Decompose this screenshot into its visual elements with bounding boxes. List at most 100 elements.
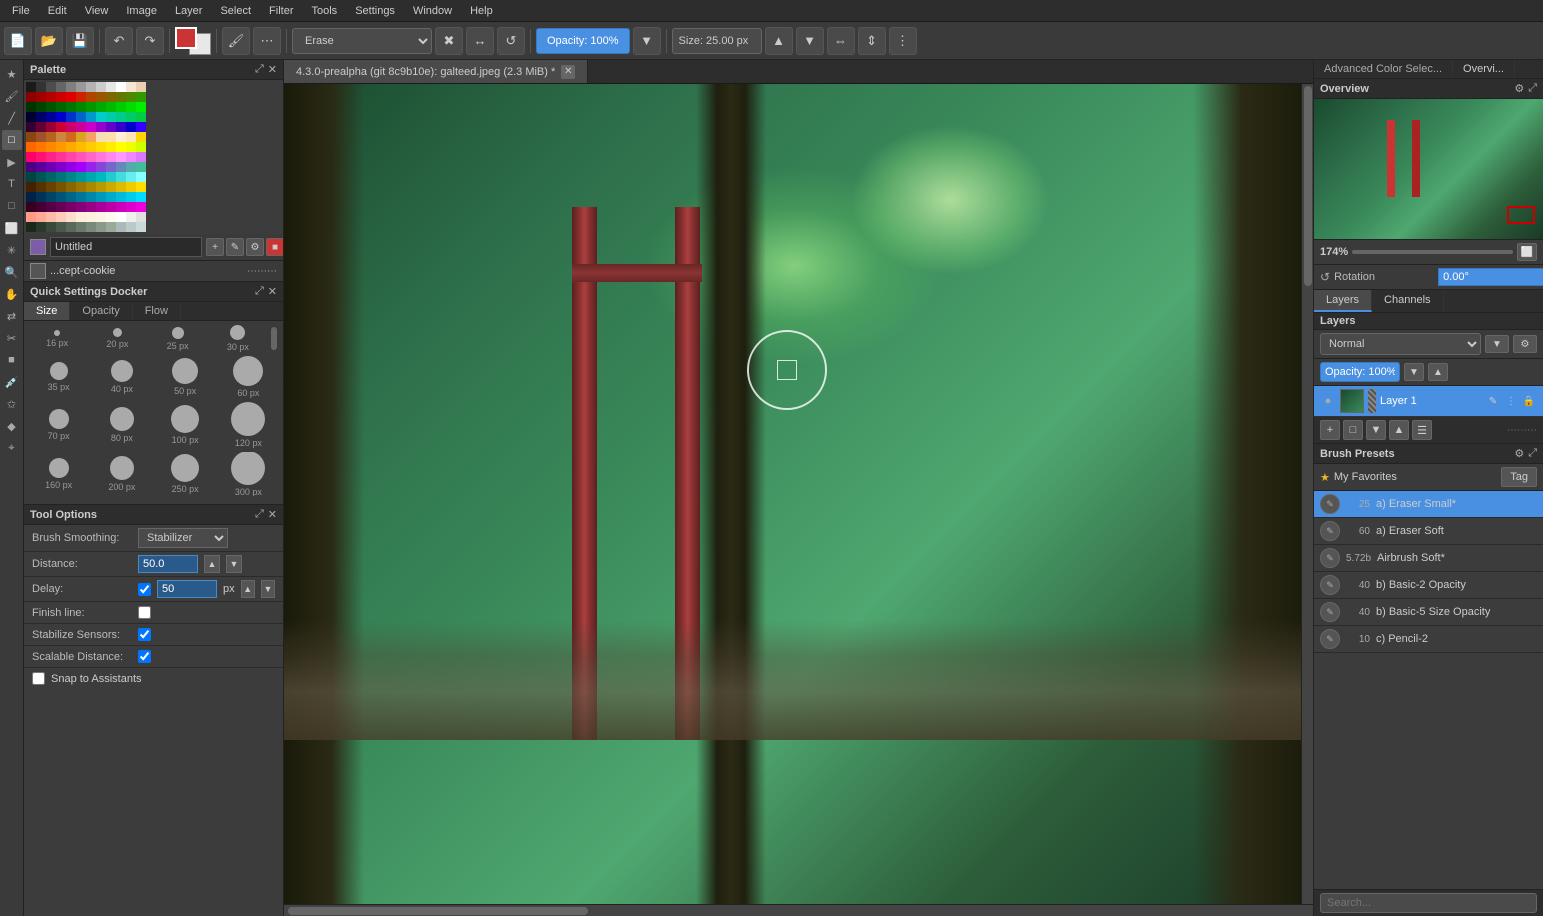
palette-cell-8-2[interactable] [46, 162, 56, 172]
blend-mode-select[interactable]: Normal [1320, 333, 1481, 355]
palette-cell-12-9[interactable] [116, 202, 126, 212]
layers-group-btn[interactable]: □ [1343, 420, 1363, 440]
foreground-color-swatch[interactable] [175, 27, 197, 49]
qs-circle-40[interactable] [111, 360, 133, 382]
qs-float-icon[interactable]: ⤢ [255, 285, 264, 298]
zoom-slider[interactable] [1352, 250, 1513, 254]
palette-cell-11-8[interactable] [106, 192, 116, 202]
palette-cell-12-2[interactable] [46, 202, 56, 212]
canvas-scrollbar-h[interactable] [284, 904, 1313, 916]
menu-window[interactable]: Window [405, 3, 460, 19]
tool-options-controls[interactable]: ⤢ ✕ [255, 508, 277, 521]
palette-cell-6-6[interactable] [86, 142, 96, 152]
opacity-up-btn[interactable]: ▲ [1428, 363, 1448, 381]
palette-cell-7-0[interactable] [26, 152, 36, 162]
palette-cell-3-1[interactable] [36, 112, 46, 122]
right-tab-color[interactable]: Advanced Color Selec... [1314, 60, 1453, 78]
palette-cell-1-11[interactable] [136, 92, 146, 102]
layers-tab-channels[interactable]: Channels [1372, 290, 1443, 312]
bp-item-2[interactable]: ✎5.72bAirbrush Soft* [1314, 545, 1543, 572]
palette-cell-11-7[interactable] [96, 192, 106, 202]
palette-cell-4-3[interactable] [56, 122, 66, 132]
palette-cell-9-6[interactable] [86, 172, 96, 182]
palette-cell-0-4[interactable] [66, 82, 76, 92]
palette-cell-3-5[interactable] [76, 112, 86, 122]
tool-text[interactable]: T [2, 174, 22, 194]
palette-cell-3-10[interactable] [126, 112, 136, 122]
flip-v-btn[interactable]: ⇕ [858, 27, 886, 55]
palette-cell-3-3[interactable] [56, 112, 66, 122]
undo-btn[interactable]: ↶ [105, 27, 133, 55]
palette-cell-14-6[interactable] [86, 222, 96, 232]
canvas-tab-close-btn[interactable]: ✕ [561, 65, 575, 79]
palette-cell-6-9[interactable] [116, 142, 126, 152]
palette-cell-12-7[interactable] [96, 202, 106, 212]
tool-line[interactable]: ╱ [2, 108, 22, 128]
tool-crop[interactable]: ✂ [2, 328, 22, 348]
to-brush-smoothing-select[interactable]: Stabilizer [138, 528, 228, 548]
menu-layer[interactable]: Layer [167, 3, 211, 19]
canvas-viewport[interactable] [284, 84, 1313, 904]
palette-cell-11-11[interactable] [136, 192, 146, 202]
palette-cell-7-7[interactable] [96, 152, 106, 162]
to-distance-input[interactable] [138, 555, 198, 573]
qs-circle-70[interactable] [49, 409, 69, 429]
qs-circle-35[interactable] [50, 362, 68, 380]
menu-file[interactable]: File [4, 3, 38, 19]
layer-item-1[interactable]: ● Layer 1 ✎ ⋮ 🔒 [1314, 386, 1543, 417]
mirror-btn[interactable]: ↔ [466, 27, 494, 55]
new-document-btn[interactable]: 📄 [4, 27, 32, 55]
to-finish-line-checkbox[interactable] [138, 606, 151, 619]
palette-cell-13-8[interactable] [106, 212, 116, 222]
palette-cell-13-7[interactable] [96, 212, 106, 222]
palette-cell-4-2[interactable] [46, 122, 56, 132]
palette-cell-12-1[interactable] [36, 202, 46, 212]
palette-cell-14-4[interactable] [66, 222, 76, 232]
layers-move-down-btn[interactable]: ▼ [1366, 420, 1386, 440]
palette-cell-6-5[interactable] [76, 142, 86, 152]
palette-cell-2-9[interactable] [116, 102, 126, 112]
palette-cell-5-10[interactable] [126, 132, 136, 142]
palette-cell-11-6[interactable] [86, 192, 96, 202]
palette-cell-9-2[interactable] [46, 172, 56, 182]
palette-cell-7-5[interactable] [76, 152, 86, 162]
palette-cell-6-8[interactable] [106, 142, 116, 152]
palette-cell-9-1[interactable] [36, 172, 46, 182]
tool-assistant[interactable]: ◆ [2, 416, 22, 436]
color-swatches[interactable] [175, 27, 211, 55]
palette-cell-10-8[interactable] [106, 182, 116, 192]
palette-cell-11-1[interactable] [36, 192, 46, 202]
palette-cell-1-4[interactable] [66, 92, 76, 102]
palette-cell-14-1[interactable] [36, 222, 46, 232]
palette-cell-5-2[interactable] [46, 132, 56, 142]
to-scalable-distance-checkbox[interactable] [138, 650, 151, 663]
palette-cell-11-5[interactable] [76, 192, 86, 202]
palette-cell-0-3[interactable] [56, 82, 66, 92]
palette-cell-2-4[interactable] [66, 102, 76, 112]
qs-scrollbar[interactable] [271, 327, 277, 350]
palette-cell-8-9[interactable] [116, 162, 126, 172]
palette-cell-8-11[interactable] [136, 162, 146, 172]
qs-circle-80[interactable] [110, 407, 134, 431]
bp-item-5[interactable]: ✎10c) Pencil-2 [1314, 626, 1543, 653]
grid-btn[interactable]: ⋯ [253, 27, 281, 55]
palette-cell-11-3[interactable] [56, 192, 66, 202]
palette-cell-3-11[interactable] [136, 112, 146, 122]
bp-float-icon[interactable]: ⤢ [1528, 447, 1537, 460]
palette-cell-1-3[interactable] [56, 92, 66, 102]
layer-delete-btn[interactable]: ■ [266, 238, 284, 256]
palette-cell-1-0[interactable] [26, 92, 36, 102]
canvas-scroll-thumb-v[interactable] [1304, 86, 1312, 286]
blend-options-btn[interactable]: ▼ [1485, 335, 1509, 353]
layer-settings-btn[interactable]: ⚙ [246, 238, 264, 256]
palette-cell-14-8[interactable] [106, 222, 116, 232]
layer-item-alpha-btn[interactable]: 🔒 [1521, 393, 1537, 409]
palette-cell-10-9[interactable] [116, 182, 126, 192]
bp-tag-btn[interactable]: Tag [1501, 467, 1537, 487]
opacity-down-btn[interactable]: ▼ [633, 27, 661, 55]
to-float-icon[interactable]: ⤢ [255, 508, 264, 521]
palette-cell-9-9[interactable] [116, 172, 126, 182]
save-btn[interactable]: 💾 [66, 27, 94, 55]
palette-cell-2-10[interactable] [126, 102, 136, 112]
palette-cell-13-6[interactable] [86, 212, 96, 222]
